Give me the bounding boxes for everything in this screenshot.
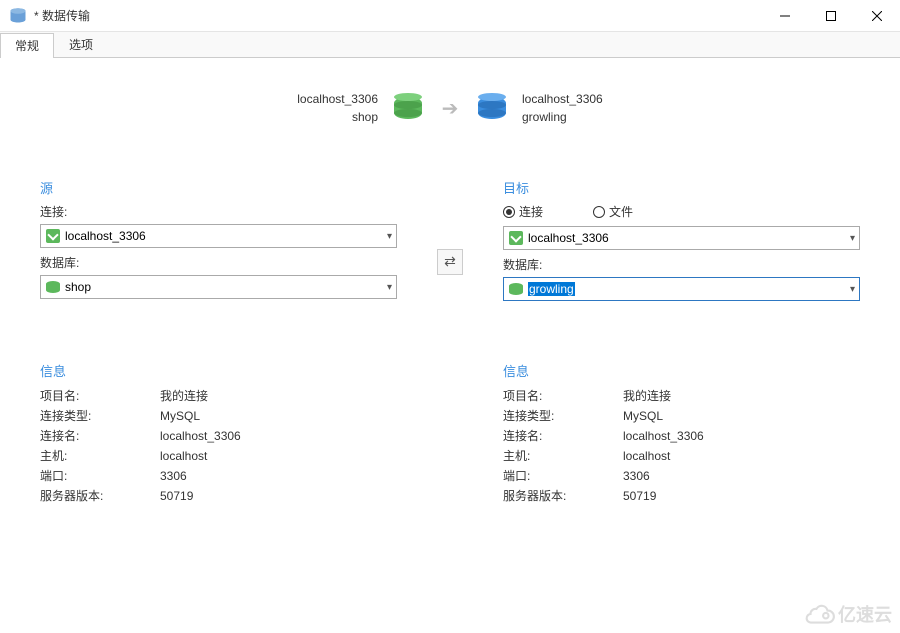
chevron-down-icon: ▾ [387, 282, 392, 293]
radio-label: 连接 [519, 203, 543, 220]
info-key: 服务器版本: [503, 486, 623, 506]
watermark-text: 亿速云 [838, 601, 892, 627]
info-key: 端口: [503, 466, 623, 486]
info-key: 服务器版本: [40, 486, 160, 506]
target-database-select[interactable]: growling ▾ [503, 277, 860, 301]
source-database-select[interactable]: shop ▾ [40, 275, 397, 299]
source-connection-select[interactable]: localhost_3306 ▾ [40, 224, 397, 248]
radio-label: 文件 [609, 203, 633, 220]
info-key: 连接名: [40, 426, 160, 446]
target-db-label: 数据库: [503, 256, 860, 273]
target-database-value: growling [528, 282, 850, 296]
info-key: 主机: [40, 446, 160, 466]
close-button[interactable] [854, 0, 900, 32]
chevron-down-icon: ▾ [850, 233, 855, 244]
info-val: 50719 [623, 486, 860, 506]
info-heading: 信息 [40, 361, 397, 380]
source-info-panel: 信息 项目名:我的连接 连接类型:MySQL 连接名:localhost_330… [40, 361, 397, 506]
info-key: 连接类型: [40, 406, 160, 426]
info-val: localhost_3306 [623, 426, 860, 446]
chevron-down-icon: ▾ [387, 231, 392, 242]
tab-bar: 常规 选项 [0, 32, 900, 58]
info-val: 我的连接 [160, 386, 397, 406]
info-val: MySQL [623, 406, 860, 426]
info-key: 端口: [40, 466, 160, 486]
target-panel: 目标 连接 文件 localhost_3306 ▾ 数据库: growling … [503, 178, 860, 301]
info-key: 项目名: [40, 386, 160, 406]
title-bar: * 数据传输 [0, 0, 900, 32]
diagram-target-labels: localhost_3306 growling [522, 90, 603, 126]
cloud-icon [802, 603, 836, 625]
target-heading: 目标 [503, 178, 860, 197]
arrow-right-icon: ➔ [438, 96, 462, 121]
info-key: 项目名: [503, 386, 623, 406]
info-key: 连接类型: [503, 406, 623, 426]
diagram-source-conn: localhost_3306 [297, 90, 378, 108]
tab-options[interactable]: 选项 [54, 32, 108, 57]
maximize-button[interactable] [808, 0, 854, 32]
transfer-diagram: localhost_3306 shop ➔ localhost_3306 gro… [0, 68, 900, 148]
info-val: localhost_3306 [160, 426, 397, 446]
info-val: localhost [623, 446, 860, 466]
database-icon [394, 93, 422, 123]
diagram-target-conn: localhost_3306 [522, 90, 603, 108]
info-key: 连接名: [503, 426, 623, 446]
info-val: MySQL [160, 406, 397, 426]
connection-icon [508, 230, 524, 246]
app-icon [8, 6, 28, 26]
target-mode-connection-radio[interactable]: 连接 [503, 203, 543, 220]
info-val: 我的连接 [623, 386, 860, 406]
target-connection-value: localhost_3306 [528, 231, 850, 245]
source-db-label: 数据库: [40, 254, 397, 271]
source-panel: 源 连接: localhost_3306 ▾ 数据库: shop ▾ [40, 178, 397, 301]
target-connection-select[interactable]: localhost_3306 ▾ [503, 226, 860, 250]
minimize-button[interactable] [762, 0, 808, 32]
info-val: 50719 [160, 486, 397, 506]
info-key: 主机: [503, 446, 623, 466]
diagram-source-db: shop [297, 108, 378, 126]
database-icon [478, 93, 506, 123]
tab-general[interactable]: 常规 [0, 33, 54, 58]
info-val: 3306 [160, 466, 397, 486]
target-info-panel: 信息 项目名:我的连接 连接类型:MySQL 连接名:localhost_330… [503, 361, 860, 506]
diagram-target-db: growling [522, 108, 603, 126]
chevron-down-icon: ▾ [850, 284, 855, 295]
diagram-source-labels: localhost_3306 shop [297, 90, 378, 126]
source-heading: 源 [40, 178, 397, 197]
database-icon [508, 281, 524, 297]
target-mode-file-radio[interactable]: 文件 [593, 203, 633, 220]
database-icon [45, 279, 61, 295]
watermark: 亿速云 [802, 601, 892, 627]
info-val: localhost [160, 446, 397, 466]
source-database-value: shop [65, 280, 387, 294]
window-title: * 数据传输 [34, 7, 762, 24]
info-val: 3306 [623, 466, 860, 486]
connection-icon [45, 228, 61, 244]
source-conn-label: 连接: [40, 203, 397, 220]
swap-button[interactable]: ⇄ [437, 249, 463, 275]
source-connection-value: localhost_3306 [65, 229, 387, 243]
info-heading: 信息 [503, 361, 860, 380]
